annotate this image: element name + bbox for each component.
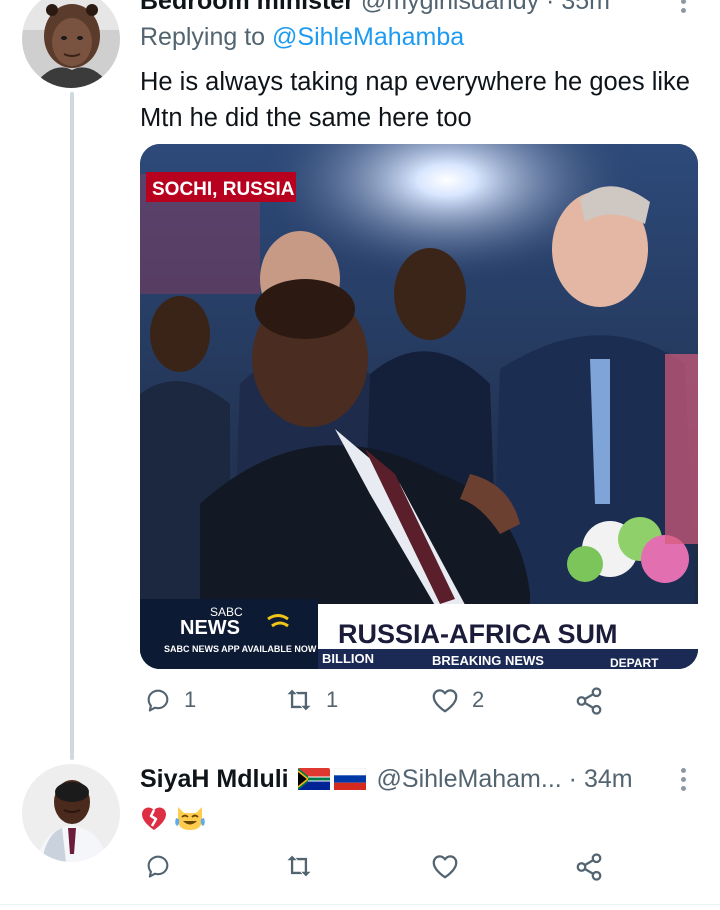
retweet-button[interactable]: 1 bbox=[284, 686, 338, 714]
more-options-icon[interactable] bbox=[678, 0, 688, 13]
display-name[interactable]: SiyaH Mdluli bbox=[140, 765, 289, 793]
like-count: 2 bbox=[472, 687, 485, 712]
share-icon bbox=[574, 686, 604, 716]
reply-button[interactable] bbox=[144, 852, 184, 880]
ticker-1: BILLION bbox=[322, 651, 374, 666]
reply-button[interactable]: 1 bbox=[144, 686, 196, 714]
retweet-count: 1 bbox=[326, 687, 339, 712]
tweet-text: He is always taking nap everywhere he go… bbox=[140, 68, 690, 132]
tweet-header: SiyaH Mdluli @SihleMaham... · 34m bbox=[140, 764, 633, 794]
tweet-header: Bedroom minister @mygirlisdandy · 35m bbox=[140, 0, 610, 16]
tweet-media[interactable]: SOCHI, RUSSIA SABC NEWS SABC NEWS APP AV… bbox=[140, 144, 698, 669]
headline: RUSSIA-AFRICA SUM bbox=[338, 619, 618, 649]
flag-emojis bbox=[297, 768, 366, 790]
heart-icon bbox=[430, 686, 460, 714]
handle-and-time[interactable]: @mygirlisdandy · 35m bbox=[361, 0, 610, 15]
share-icon bbox=[574, 852, 604, 882]
russia-flag-icon bbox=[333, 768, 366, 790]
reply-count: 1 bbox=[184, 687, 197, 712]
share-button[interactable] bbox=[574, 686, 604, 716]
share-button[interactable] bbox=[574, 852, 604, 882]
broken-heart-icon bbox=[142, 807, 166, 830]
timestamp[interactable]: · 34m bbox=[569, 765, 633, 793]
reply-icon bbox=[144, 852, 172, 880]
divider bbox=[0, 904, 720, 905]
handle[interactable]: @SihleMaham... bbox=[377, 765, 562, 793]
replying-handle[interactable]: @SihleMahamba bbox=[272, 23, 464, 51]
like-button[interactable]: 2 bbox=[430, 686, 484, 714]
south-africa-flag-icon bbox=[297, 768, 330, 790]
tweet-actions: 1 1 2 bbox=[140, 686, 620, 726]
thread-line bbox=[70, 92, 74, 760]
ticker-3: DEPART bbox=[610, 656, 659, 669]
app-note: SABC NEWS APP AVAILABLE NOW bbox=[164, 644, 317, 654]
retweet-button[interactable] bbox=[284, 852, 326, 880]
tweet-actions bbox=[140, 852, 620, 892]
ticker-2: BREAKING NEWS bbox=[432, 653, 544, 668]
retweet-icon bbox=[284, 852, 314, 880]
reply-icon bbox=[144, 686, 172, 714]
retweet-icon bbox=[284, 686, 314, 714]
like-button[interactable] bbox=[430, 852, 472, 880]
heart-icon bbox=[430, 852, 460, 880]
replying-to: Replying to @SihleMahamba bbox=[140, 22, 464, 52]
avatar[interactable] bbox=[22, 0, 120, 88]
cat-tears-of-joy-icon bbox=[175, 807, 205, 830]
more-options-icon[interactable] bbox=[678, 768, 688, 791]
location-tag: SOCHI, RUSSIA bbox=[152, 179, 295, 200]
display-name[interactable]: Bedroom minister bbox=[140, 0, 354, 15]
avatar[interactable] bbox=[22, 764, 120, 862]
tweet-text bbox=[140, 804, 206, 832]
replying-prefix: Replying to bbox=[140, 23, 266, 51]
sabc-logo-main: NEWS bbox=[180, 617, 240, 639]
